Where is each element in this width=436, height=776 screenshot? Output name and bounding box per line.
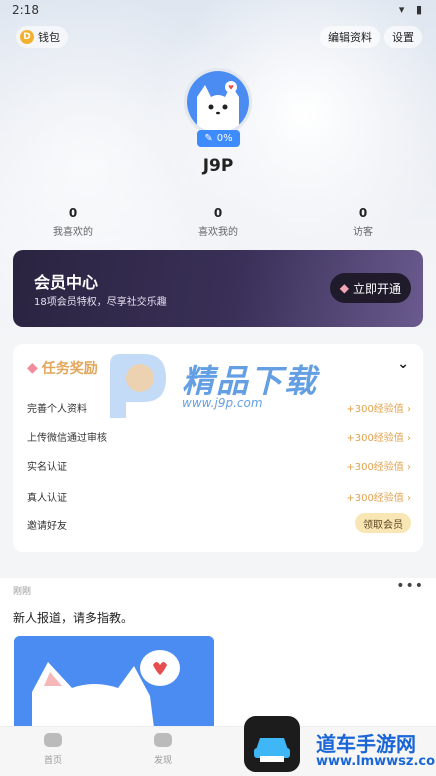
corner-watermark-url: www.lmwwsz.com — [316, 754, 436, 769]
watermark: 精品下载 www.j9p.com — [100, 350, 350, 422]
status-time: 2:18 — [12, 3, 39, 17]
task-reward[interactable]: +300经验值 › — [346, 429, 411, 444]
watermark-url: www.j9p.com — [182, 396, 263, 410]
edit-profile-button[interactable]: 编辑资料 — [320, 26, 380, 48]
wallet-label: 钱包 — [38, 31, 60, 44]
stat-label: 访客 — [353, 227, 373, 238]
vip-card[interactable]: 会员中心 18项会员特权，尽享社交乐趣 ◆ 立即开通 — [13, 250, 423, 327]
profile-progress-badge[interactable]: ✎ 0% — [197, 130, 240, 147]
coin-icon: D — [20, 30, 34, 44]
planet-icon — [154, 733, 172, 747]
post-image[interactable] — [14, 636, 214, 728]
car-logo-icon — [254, 738, 290, 762]
top-bar: D 钱包 编辑资料 设置 — [0, 26, 436, 48]
task-name: 实名认证 — [27, 462, 67, 473]
task-reward[interactable]: +300经验值 › — [346, 400, 411, 415]
status-bar: 2:18 ▾ ▮ — [0, 0, 436, 20]
more-icon[interactable]: ••• — [396, 578, 424, 594]
task-name: 完善个人资料 — [27, 404, 87, 415]
settings-button[interactable]: 设置 — [384, 26, 422, 48]
vip-title: 会员中心 — [34, 273, 99, 292]
stat-likes-me[interactable]: 0 喜欢我的 — [168, 206, 268, 238]
stat-visitors[interactable]: 0 访客 — [313, 206, 413, 238]
watermark-logo-icon — [110, 354, 166, 418]
corner-watermark-title: 道车手游网 — [316, 732, 416, 756]
tasks-title: 任务奖励 — [41, 361, 98, 377]
task-name: 上传微信通过审核 — [27, 433, 107, 444]
status-icons: ▾ ▮ — [398, 3, 426, 16]
pencil-icon: ✎ — [204, 133, 213, 144]
heart-icon — [44, 733, 62, 747]
username: J9P — [202, 156, 234, 176]
diamond-icon: ◆ — [27, 360, 38, 376]
chevron-down-icon[interactable]: ⌄ — [397, 356, 409, 372]
task-item[interactable]: 上传微信通过审核 +300经验值 › — [27, 425, 411, 445]
stat-i-like[interactable]: 0 我喜欢的 — [23, 206, 123, 238]
stat-value: 0 — [68, 206, 78, 220]
task-item[interactable]: 真人认证 +300经验值 › — [27, 485, 411, 505]
vip-subtitle: 18项会员特权，尽享社交乐趣 — [34, 297, 167, 308]
stat-value: 0 — [358, 206, 368, 220]
tab-discover[interactable]: 发现 — [138, 733, 188, 766]
stat-label: 喜欢我的 — [198, 227, 238, 238]
tab-label: 首页 — [43, 756, 62, 766]
diamond-icon: ◆ — [339, 281, 349, 295]
cat-image-icon — [14, 636, 214, 728]
post-time: 刚刚 — [13, 587, 32, 597]
task-item[interactable]: 邀请好友 领取会员 — [27, 513, 411, 533]
wallet-button[interactable]: D 钱包 — [16, 26, 68, 48]
tasks-header: ◆ 任务奖励 — [27, 358, 98, 378]
task-name: 邀请好友 — [27, 521, 67, 532]
stat-label: 我喜欢的 — [53, 227, 93, 238]
task-reward[interactable]: +300经验值 › — [346, 489, 411, 504]
cat-avatar-icon — [187, 71, 249, 133]
task-reward[interactable]: +300经验值 › — [346, 458, 411, 473]
task-name: 真人认证 — [27, 493, 67, 504]
profile-progress-value: 0% — [216, 133, 233, 144]
stats-row: 0 我喜欢的 0 喜欢我的 0 访客 — [0, 206, 436, 240]
avatar[interactable] — [184, 68, 252, 136]
post-text: 新人报道，请多指教。 — [13, 611, 134, 625]
tab-home[interactable]: 首页 — [28, 733, 78, 766]
feed-post: 刚刚 ••• 新人报道，请多指教。 — [0, 578, 436, 728]
vip-open-label: 立即开通 — [352, 281, 401, 296]
stat-value: 0 — [213, 206, 223, 220]
task-item[interactable]: 实名认证 +300经验值 › — [27, 454, 411, 474]
corner-logo-icon — [244, 716, 300, 772]
claim-vip-button[interactable]: 领取会员 — [355, 513, 411, 533]
tab-label: 发现 — [153, 756, 172, 766]
vip-open-button[interactable]: ◆ 立即开通 — [329, 273, 411, 303]
